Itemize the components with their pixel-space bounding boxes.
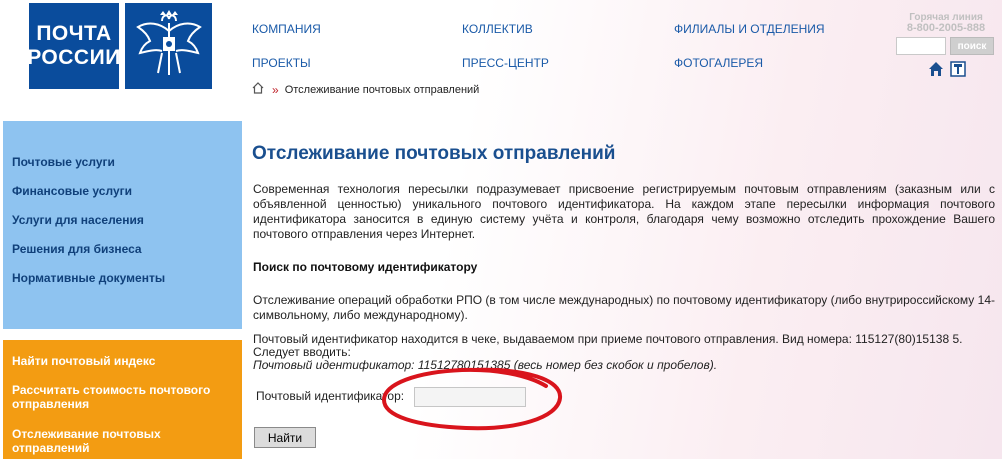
breadcrumb-separator-icon: »: [272, 82, 279, 97]
find-button[interactable]: Найти: [254, 427, 316, 448]
sidebar-item-calc-cost[interactable]: Рассчитать стоимость почтового отправлен…: [12, 383, 212, 411]
logo-wordmark: ПОЧТА РОССИИ: [27, 3, 121, 89]
intro-paragraph: Современная технология пересылки подразу…: [253, 182, 995, 241]
breadcrumb: » Отслеживание почтовых отправлений: [252, 82, 479, 97]
breadcrumb-home-icon[interactable]: [252, 82, 264, 97]
nav-branches[interactable]: ФИЛИАЛЫ И ОТДЕЛЕНИЯ: [674, 22, 825, 36]
sidebar-item-postal-services[interactable]: Почтовые услуги: [12, 155, 115, 169]
note-line-1: Почтовый идентификатор находится в чеке,…: [253, 332, 963, 346]
sidebar-services: Почтовые услуги Финансовые услуги Услуги…: [3, 121, 242, 329]
tracking-description: Отслеживание операций обработки РПО (в т…: [253, 293, 995, 322]
sidebar-item-business-solutions[interactable]: Решения для бизнеса: [12, 242, 142, 256]
logo-line-2: РОССИИ: [27, 46, 121, 69]
sidebar-tools: Найти почтовый индекс Рассчитать стоимос…: [3, 340, 242, 459]
sidebar-item-financial-services[interactable]: Финансовые услуги: [12, 184, 132, 198]
page-title: Отслеживание почтовых отправлений: [252, 143, 616, 164]
sidebar-item-regulations[interactable]: Нормативные документы: [12, 271, 165, 285]
identifier-label: Почтовый идентификатор:: [256, 389, 405, 403]
nav-team[interactable]: КОЛЛЕКТИВ: [462, 22, 533, 36]
sidebar-item-tracking[interactable]: Отслеживание почтовых отправлений: [12, 427, 202, 455]
nav-gallery[interactable]: ФОТОГАЛЕРЕЯ: [674, 56, 763, 70]
search-subheading: Поиск по почтовому идентификатору: [253, 260, 478, 274]
breadcrumb-current: Отслеживание почтовых отправлений: [284, 83, 480, 96]
nav-company[interactable]: КОМПАНИЯ: [252, 22, 321, 36]
russian-post-logo[interactable]: ПОЧТА РОССИИ: [27, 3, 212, 89]
sidebar-item-find-index[interactable]: Найти почтовый индекс: [12, 354, 155, 368]
home-icon[interactable]: [928, 61, 944, 77]
site-search-input[interactable]: [896, 37, 946, 55]
nav-press[interactable]: ПРЕСС-ЦЕНТР: [462, 56, 549, 70]
identifier-note: Почтовый идентификатор находится в чеке,…: [253, 333, 998, 372]
double-headed-eagle-icon: [125, 3, 212, 89]
site-search-button[interactable]: поиск: [950, 37, 994, 55]
logo-line-1: ПОЧТА: [36, 22, 112, 45]
note-line-3: Почтовый идентификатор: 11512780151385 (…: [253, 358, 718, 372]
hotline-phone: 8-800-2005-888: [906, 22, 986, 34]
sitemap-icon[interactable]: [950, 61, 966, 77]
identifier-input[interactable]: [414, 387, 526, 407]
nav-projects[interactable]: ПРОЕКТЫ: [252, 56, 311, 70]
sidebar-item-public-services[interactable]: Услуги для населения: [12, 213, 144, 227]
